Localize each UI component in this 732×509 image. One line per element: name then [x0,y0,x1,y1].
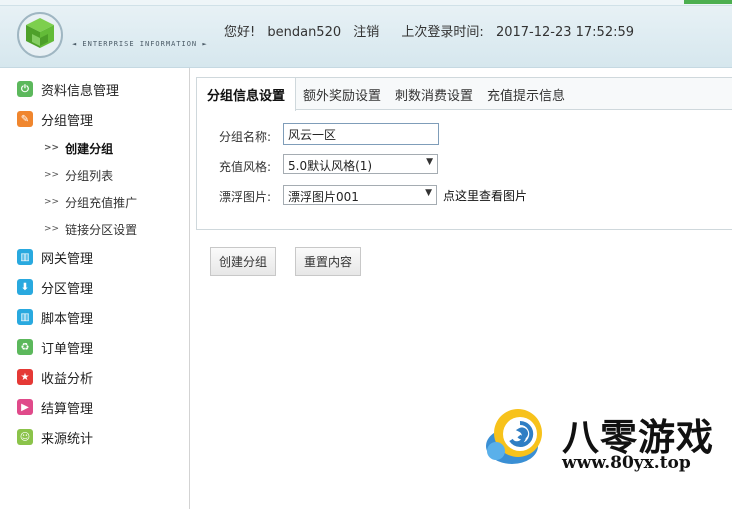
logo-subtitle: ◄ ENTERPRISE INFORMATION ► [72,40,208,48]
sidebar-item-label: 收益分析 [41,371,94,387]
tab-group-info[interactable]: 分组信息设置 [197,78,296,111]
tab-bar: 分组信息设置 额外奖励设置 刺数消费设置 充值提示信息 [197,78,732,111]
tab-recharge-tips[interactable]: 充值提示信息 [480,78,572,110]
chevron-down-icon: ▼ [425,188,432,198]
power-icon: ⏻ [17,81,33,97]
watermark: 八零游戏 www.80yx.top [482,395,732,485]
watermark-url: www.80yx.top [562,453,691,473]
group-name-input[interactable] [283,123,439,145]
tab-extra-reward[interactable]: 额外奖励设置 [296,78,388,110]
sidebar-item-label: 分组管理 [41,113,94,129]
username: bendan520 [267,25,342,40]
view-image-link[interactable]: 点这里查看图片 [443,187,527,204]
sidebar: ⏻ 资料信息管理 ✎ 分组管理 >> 创建分组 >> 分组列表 >> 分组充值推… [0,68,190,509]
sidebar-subitem-link-zone-settings[interactable]: >> 链接分区设置 [44,219,137,239]
header: ◄ ENTERPRISE INFORMATION ► 您好! bendan520… [0,0,732,68]
create-group-button[interactable]: 创建分组 [210,247,276,276]
sidebar-subitem-label: 分组充值推广 [65,195,138,210]
download-icon: ⬇ [17,279,33,295]
sidebar-item-label: 分区管理 [41,281,94,297]
sidebar-item-scripts[interactable]: ▥ 脚本管理 [17,306,93,328]
last-login-time: 2017-12-23 17:52:59 [495,25,635,40]
sidebar-item-label: 脚本管理 [41,311,94,327]
sidebar-item-groups[interactable]: ✎ 分组管理 [17,108,93,130]
tab-consumption[interactable]: 刺数消费设置 [388,78,480,110]
grid-icon: ▥ [17,249,33,265]
reset-button[interactable]: 重置内容 [295,247,361,276]
sidebar-subitem-group-recharge-promo[interactable]: >> 分组充值推广 [44,192,137,212]
sidebar-subitem-label: 链接分区设置 [65,222,138,237]
play-icon: ▶ [17,399,33,415]
floating-image-value: 漂浮图片001 [288,190,359,204]
group-name-label: 分组名称: [219,130,272,144]
sidebar-subitem-label: 创建分组 [65,141,114,156]
sidebar-subitem-label: 分组列表 [65,168,114,183]
smile-icon: ☺ [17,429,33,445]
sidebar-item-source-stats[interactable]: ☺ 来源统计 [17,426,93,448]
double-chevron-icon: >> [44,197,60,207]
greeting-text: 您好! [224,25,256,40]
floating-image-label: 漂浮图片: [219,190,272,204]
enterprise-logo-icon [14,12,66,58]
sidebar-item-label: 订单管理 [41,341,94,357]
sidebar-subitem-group-list[interactable]: >> 分组列表 [44,165,113,185]
double-chevron-icon: >> [44,224,60,234]
user-bar: 您好! bendan520 注销 上次登录时间: 2017-12-23 17:5… [224,21,642,40]
sidebar-item-zones[interactable]: ⬇ 分区管理 [17,276,93,298]
sidebar-item-orders[interactable]: ♻ 订单管理 [17,336,93,358]
sidebar-item-label: 资料信息管理 [41,83,120,99]
group-settings-panel: 分组信息设置 额外奖励设置 刺数消费设置 充值提示信息 分组名称: 充值风格: … [196,77,732,230]
sidebar-item-label: 来源统计 [41,431,94,447]
star-icon: ★ [17,369,33,385]
floating-image-select[interactable]: 漂浮图片001 ▼ [283,185,437,205]
swirl-logo-icon [482,401,552,471]
sidebar-item-label: 结算管理 [41,401,94,417]
last-login-label: 上次登录时间: [401,25,484,40]
recycle-icon: ♻ [17,339,33,355]
sidebar-subitem-create-group[interactable]: >> 创建分组 [44,138,113,158]
sidebar-item-revenue[interactable]: ★ 收益分析 [17,366,93,388]
double-chevron-icon: >> [44,143,60,153]
grid-icon: ▥ [17,309,33,325]
sidebar-item-gateway[interactable]: ▥ 网关管理 [17,246,93,268]
header-accent-bar [684,0,732,4]
pencil-icon: ✎ [17,111,33,127]
recharge-style-select[interactable]: 5.0默认风格(1) ▼ [283,154,438,174]
recharge-style-value: 5.0默认风格(1) [288,159,373,173]
chevron-down-icon: ▼ [426,157,433,167]
sidebar-item-settlement[interactable]: ▶ 结算管理 [17,396,93,418]
header-top-strip [0,0,732,6]
double-chevron-icon: >> [44,170,60,180]
logout-link[interactable]: 注销 [353,25,379,40]
recharge-style-label: 充值风格: [219,160,272,174]
sidebar-item-profile[interactable]: ⏻ 资料信息管理 [17,78,119,100]
sidebar-item-label: 网关管理 [41,251,94,267]
